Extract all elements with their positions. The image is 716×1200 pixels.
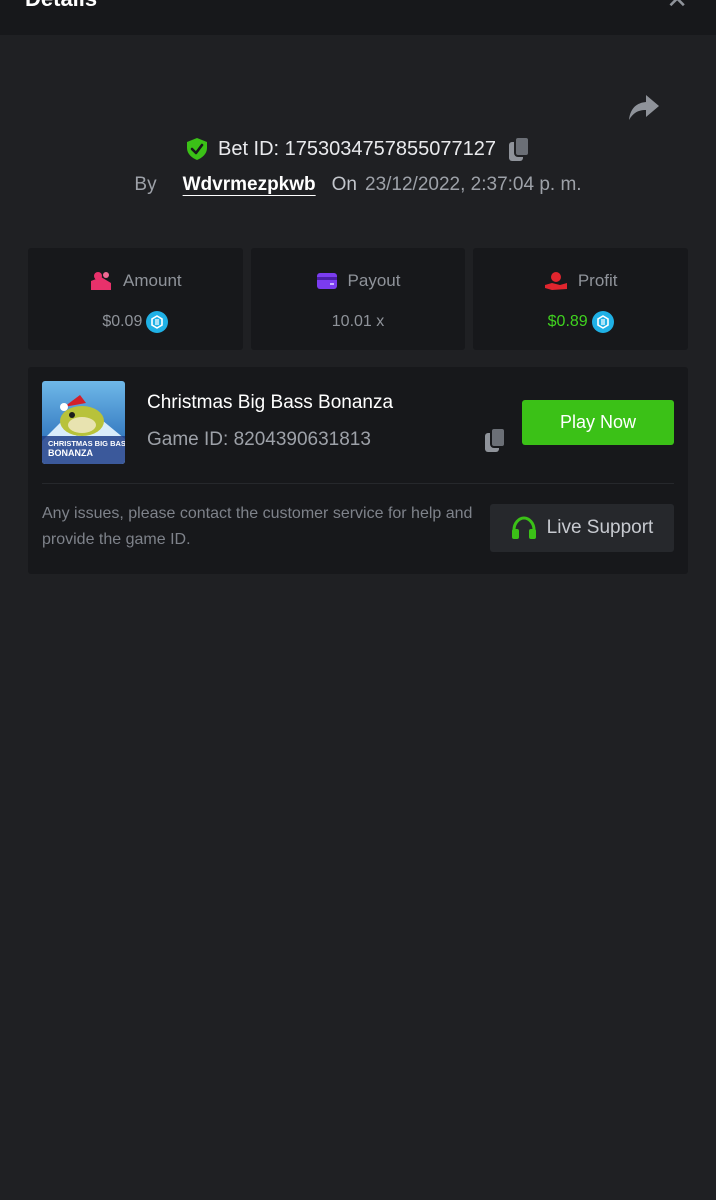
- thumbnail-title-line2: BONANZA: [48, 448, 93, 458]
- close-icon[interactable]: ✕: [666, 0, 688, 12]
- headset-icon: [511, 516, 536, 539]
- profit-value: $0.89: [547, 313, 588, 330]
- live-support-label: Live Support: [546, 517, 654, 538]
- payout-value: 10.01 x: [331, 313, 385, 330]
- username-link[interactable]: Wdvrmezpkwb: [183, 174, 316, 196]
- game-card: CHRISTMAS BIG BASS BONANZA Christmas Big…: [28, 367, 688, 574]
- bet-datetime: 23/12/2022, 2:37:04 p. m.: [365, 174, 582, 195]
- copy-icon[interactable]: [484, 427, 506, 453]
- copy-icon[interactable]: [508, 136, 531, 162]
- profit-card: Profit $0.89: [473, 248, 689, 350]
- bet-id: Bet ID: 1753034757855077127: [217, 137, 497, 160]
- amount-label: Amount: [123, 271, 182, 290]
- profit-hand-icon: [544, 272, 567, 290]
- shield-check-icon: [186, 138, 207, 160]
- live-support-button[interactable]: Live Support: [490, 504, 674, 552]
- page-title: Details: [25, 0, 97, 12]
- support-notice: Any issues, please contact the customer …: [42, 505, 473, 548]
- wallet-icon: [316, 273, 337, 289]
- by-label: By: [134, 174, 157, 195]
- play-now-button[interactable]: Play Now: [522, 400, 674, 445]
- game-thumbnail[interactable]: CHRISTMAS BIG BASS BONANZA: [42, 381, 125, 464]
- game-name[interactable]: Christmas Big Bass Bonanza: [147, 392, 393, 414]
- coin-icon: [146, 311, 169, 333]
- amount-value: $0.09: [102, 313, 143, 330]
- bet-id-row: Bet ID: 1753034757855077127: [0, 134, 716, 164]
- profit-label: Profit: [577, 271, 618, 290]
- top-bar: Details ✕: [0, 0, 716, 35]
- payout-card: Payout 10.01 x: [250, 248, 466, 350]
- game-id: Game ID: 8204390631813: [147, 429, 371, 450]
- on-label: On: [331, 174, 357, 195]
- stats-row: Amount $0.09 Payout 10.01 x Profit $0.89: [28, 248, 689, 350]
- payout-label: Payout: [347, 271, 401, 290]
- bet-meta-row: By Wdvrmezpkwb On 23/12/2022, 2:37:04 p.…: [0, 170, 716, 200]
- share-icon[interactable]: [628, 93, 660, 121]
- thumbnail-title-line1: CHRISTMAS BIG BASS: [48, 439, 125, 448]
- divider: [42, 483, 674, 484]
- coin-icon: [591, 311, 614, 333]
- amount-card: Amount $0.09: [28, 248, 243, 350]
- amount-icon: [91, 272, 112, 290]
